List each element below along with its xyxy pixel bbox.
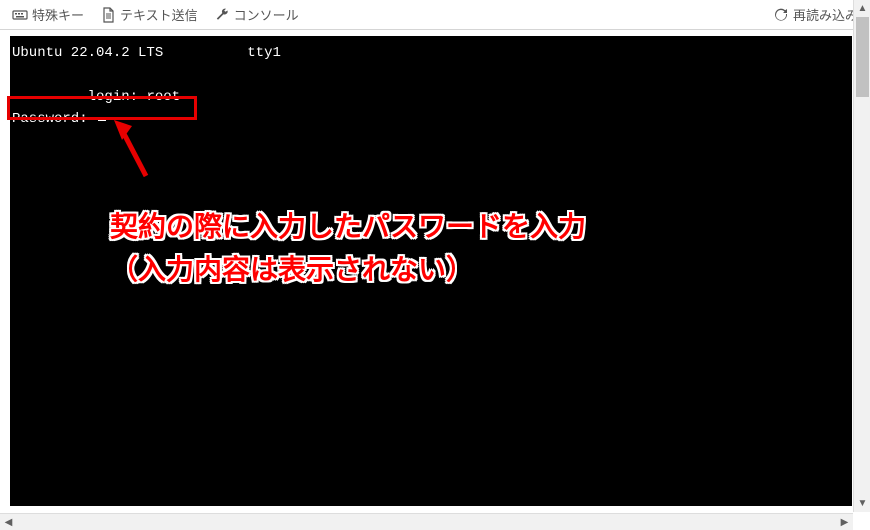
- send-text-label: テキスト送信: [120, 5, 198, 24]
- cursor-icon: [98, 119, 106, 121]
- vertical-scrollbar[interactable]: ▲ ▼: [853, 0, 870, 512]
- terminal-login-line: ████████ login: root: [10, 86, 852, 108]
- scroll-left-button[interactable]: ◀: [0, 514, 17, 530]
- scroll-right-button[interactable]: ▶: [836, 514, 853, 530]
- terminal[interactable]: Ubuntu 22.04.2 LTS ████████ tty1 ███████…: [10, 36, 852, 506]
- terminal-password-line: Password:: [10, 108, 852, 130]
- wrench-icon: [214, 7, 230, 23]
- vertical-scroll-thumb[interactable]: [856, 17, 869, 97]
- reload-label: 再読み込み: [793, 5, 858, 24]
- toolbar: 特殊キー テキスト送信 コンソール 再読み込み: [0, 0, 870, 30]
- keyboard-icon: [12, 7, 28, 23]
- document-icon: [100, 7, 116, 23]
- horizontal-scrollbar[interactable]: ◀ ▶: [0, 513, 853, 530]
- horizontal-scroll-track[interactable]: [17, 514, 836, 530]
- login-username: root: [146, 89, 180, 105]
- special-keys-label: 特殊キー: [32, 5, 84, 24]
- scroll-up-button[interactable]: ▲: [854, 0, 870, 17]
- special-keys-button[interactable]: 特殊キー: [8, 3, 88, 26]
- reload-icon: [773, 7, 789, 23]
- send-text-button[interactable]: テキスト送信: [96, 3, 202, 26]
- scroll-down-button[interactable]: ▼: [854, 495, 870, 512]
- password-prompt: Password:: [12, 111, 96, 127]
- reload-button[interactable]: 再読み込み: [769, 3, 862, 26]
- terminal-banner: Ubuntu 22.04.2 LTS ████████ tty1: [10, 42, 852, 64]
- terminal-blank: [10, 64, 852, 86]
- console-label: コンソール: [234, 5, 299, 24]
- console-button[interactable]: コンソール: [210, 3, 303, 26]
